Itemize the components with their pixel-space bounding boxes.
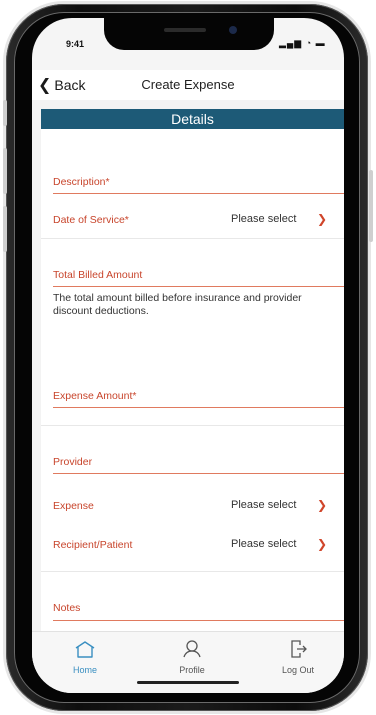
phone-mute-switch — [3, 100, 7, 126]
total-billed-label: Total Billed Amount — [53, 269, 143, 281]
notes-label: Notes — [53, 602, 81, 614]
date-of-service-label: Date of Service* — [53, 214, 129, 226]
phone-power-button — [369, 170, 373, 242]
home-icon — [75, 641, 95, 658]
user-icon — [183, 640, 201, 658]
form-content: Details Description* Date of Service* Pl… — [32, 100, 344, 631]
provider-underline — [53, 473, 344, 474]
chevron-right-icon: ❯ — [317, 537, 328, 551]
camera — [229, 26, 237, 34]
recipient-label: Recipient/Patient — [53, 539, 133, 551]
expense-select-row[interactable]: Expense Please select ❯ — [41, 498, 344, 524]
recipient-value: Please select — [231, 538, 297, 550]
details-card: Details Description* Date of Service* Pl… — [41, 109, 344, 631]
tab-logout-label: Log Out — [281, 665, 315, 675]
notes-underline — [53, 620, 344, 621]
phone-volume-down — [3, 206, 7, 252]
total-billed-help-text: The total amount billed before insurance… — [53, 292, 302, 317]
home-indicator — [137, 681, 239, 684]
date-of-service-row[interactable]: Date of Service* Please select ❯ — [41, 209, 344, 237]
description-field[interactable]: Description* — [41, 167, 344, 207]
tab-logout[interactable]: Log Out — [258, 640, 338, 675]
expense-value: Please select — [231, 499, 297, 511]
section-header: Details — [41, 109, 344, 129]
navigation-bar: ❮ Back Create Expense — [32, 70, 344, 100]
chevron-right-icon: ❯ — [317, 212, 328, 226]
recipient-select-row[interactable]: Recipient/Patient Please select ❯ — [41, 537, 344, 563]
divider — [41, 425, 344, 426]
expense-amount-underline — [53, 407, 344, 408]
divider — [41, 571, 344, 572]
phone-volume-up — [3, 148, 7, 194]
chevron-right-icon: ❯ — [317, 498, 328, 512]
description-underline — [53, 193, 344, 194]
description-label: Description* — [53, 176, 110, 188]
tab-profile-label: Profile — [179, 665, 205, 675]
logout-icon — [291, 640, 307, 658]
provider-label: Provider — [53, 456, 93, 468]
total-billed-underline — [53, 286, 344, 287]
notch — [104, 18, 274, 50]
expense-label: Expense — [53, 500, 94, 512]
speaker — [164, 28, 206, 32]
page-title: Create Expense — [141, 77, 235, 92]
tab-home[interactable]: Home — [45, 640, 125, 675]
tab-profile[interactable]: Profile — [152, 640, 232, 675]
tab-home-label: Home — [72, 665, 97, 675]
divider — [41, 238, 344, 239]
expense-amount-label: Expense Amount* — [53, 390, 137, 402]
expense-amount-field[interactable]: Expense Amount* — [41, 390, 344, 420]
provider-field[interactable]: Provider — [41, 456, 344, 486]
status-icons: ▂▄▆ ◔ ▬ — [279, 38, 326, 48]
notes-field[interactable]: Notes — [41, 602, 344, 631]
date-of-service-value: Please select — [231, 213, 297, 225]
app-screen: 9:41 ▂▄▆ ◔ ▬ ❮ Back Create Expense Detail… — [32, 18, 344, 693]
status-time: 9:41 — [66, 39, 85, 49]
